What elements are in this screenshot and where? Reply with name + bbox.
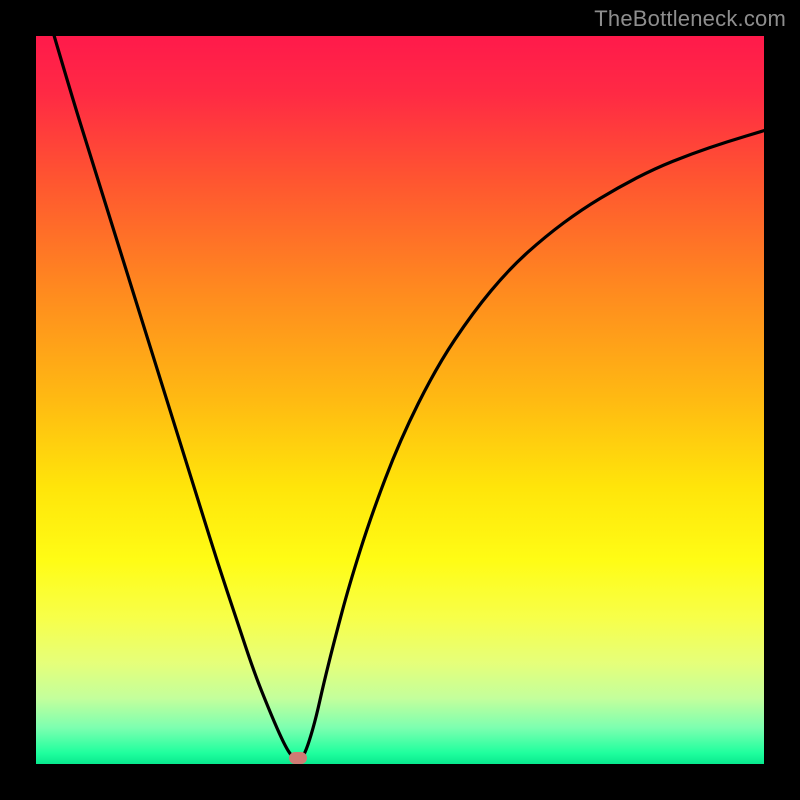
chart-frame: TheBottleneck.com xyxy=(0,0,800,800)
plot-area xyxy=(36,36,764,764)
watermark-text: TheBottleneck.com xyxy=(594,6,786,32)
bottleneck-curve xyxy=(36,36,764,764)
minimum-marker xyxy=(289,752,307,764)
